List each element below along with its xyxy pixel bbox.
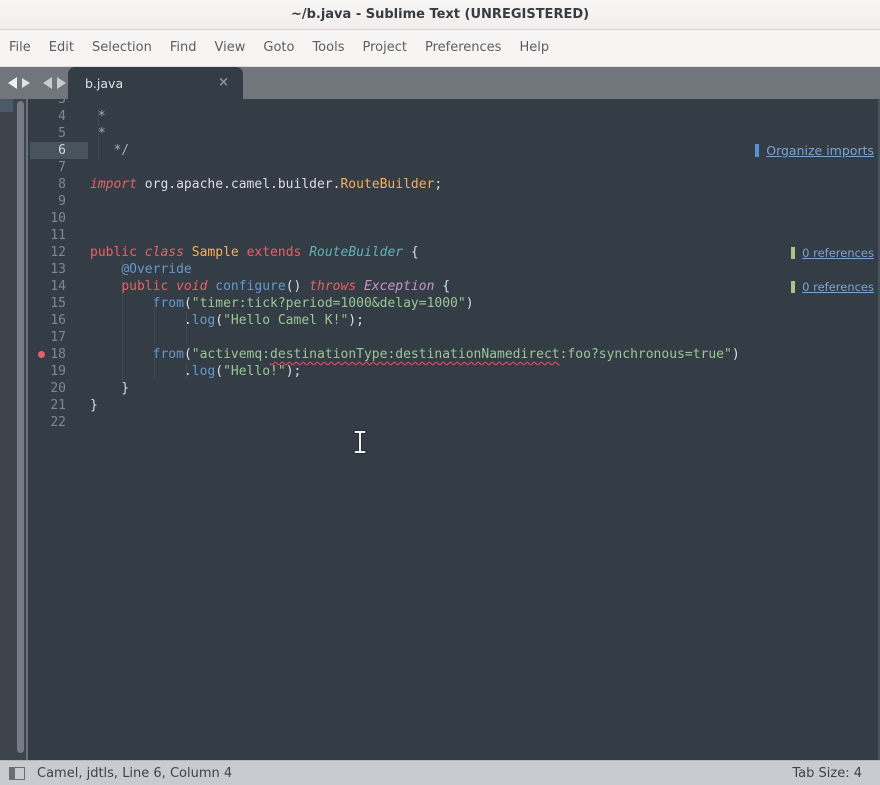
tab-close-icon[interactable]: × bbox=[218, 67, 229, 99]
references-annotation-0-bar bbox=[791, 247, 795, 259]
status-bar: Camel, jdtls, Line 6, Column 4 Tab Size:… bbox=[0, 760, 880, 785]
editor-pane[interactable]: 3 *4 *5 *6 */78import org.apache.camel.b… bbox=[0, 99, 880, 760]
menu-edit[interactable]: Edit bbox=[40, 30, 83, 66]
code-text: .log("Hello Camel K!"); bbox=[90, 312, 364, 329]
code-line-16[interactable]: 16 .log("Hello Camel K!"); bbox=[28, 312, 878, 329]
nav-forward-alt-icon[interactable] bbox=[57, 77, 66, 89]
line-number: 4 bbox=[30, 108, 66, 125]
menu-view[interactable]: View bbox=[206, 30, 255, 66]
code-line-3[interactable]: 3 * bbox=[28, 99, 878, 108]
nav-forward-icon[interactable] bbox=[22, 78, 30, 88]
tab-bar: b.java × bbox=[0, 67, 880, 99]
code-line-7[interactable]: 7 bbox=[28, 159, 878, 176]
panel-toggle-icon[interactable] bbox=[9, 767, 25, 780]
code-text: import org.apache.camel.builder.RouteBui… bbox=[90, 176, 442, 193]
line-number: 19 bbox=[30, 363, 66, 380]
references-annotation-1-bar bbox=[791, 281, 795, 293]
code-line-22[interactable]: 22 bbox=[28, 414, 878, 431]
organize-imports-bar bbox=[755, 144, 759, 157]
line-number: 18 bbox=[30, 346, 66, 363]
menu-file[interactable]: File bbox=[0, 30, 40, 66]
nav-back-icon[interactable] bbox=[8, 77, 17, 89]
code-line-19[interactable]: 19 .log("Hello!"); bbox=[28, 363, 878, 380]
tab-label: b.java bbox=[85, 76, 123, 91]
menu-find[interactable]: Find bbox=[161, 30, 206, 66]
tab-nav-arrows bbox=[8, 67, 66, 99]
nav-back-alt-icon[interactable] bbox=[43, 77, 52, 89]
menu-help[interactable]: Help bbox=[510, 30, 558, 66]
code-line-15[interactable]: 15 from("timer:tick?period=1000&delay=10… bbox=[28, 295, 878, 312]
status-context: Camel, jdtls, Line 6, Column 4 bbox=[37, 766, 232, 781]
references-annotation-0-link[interactable]: 0 references bbox=[802, 246, 874, 260]
code-line-5[interactable]: 5 * bbox=[28, 125, 878, 142]
code-text: @Override bbox=[90, 261, 192, 278]
code-line-6[interactable]: 6 */ bbox=[28, 142, 878, 159]
window-title-bar[interactable]: ~/b.java - Sublime Text (UNREGISTERED) bbox=[0, 0, 880, 30]
code-text: from("activemq:destinationType:destinati… bbox=[90, 346, 740, 363]
error-marker-dot bbox=[38, 351, 45, 358]
code-line-18[interactable]: 18 from("activemq:destinationType:destin… bbox=[28, 346, 878, 363]
references-annotation-1-link[interactable]: 0 references bbox=[802, 280, 874, 294]
code-line-14[interactable]: 14 public void configure() throws Except… bbox=[28, 278, 878, 295]
menu-preferences[interactable]: Preferences bbox=[416, 30, 510, 66]
line-number: 10 bbox=[30, 210, 66, 227]
window-title: ~/b.java - Sublime Text (UNREGISTERED) bbox=[291, 7, 589, 22]
code-line-8[interactable]: 8 import org.apache.camel.builder.RouteBu… bbox=[28, 176, 878, 193]
organize-imports[interactable]: Organize imports bbox=[755, 142, 874, 159]
line-number: 11 bbox=[30, 227, 66, 244]
code-text: } bbox=[90, 397, 98, 414]
code-text: * bbox=[90, 108, 106, 125]
code-line-20[interactable]: 20 } bbox=[28, 380, 878, 397]
tab-b-java[interactable]: b.java × bbox=[68, 67, 243, 99]
references-annotation-1[interactable]: 0 references bbox=[791, 278, 874, 295]
line-number: 15 bbox=[30, 295, 66, 312]
line-number: 21 bbox=[30, 397, 66, 414]
line-number: 17 bbox=[30, 329, 66, 346]
code-line-12[interactable]: 12 public class Sample extends RouteBuild… bbox=[28, 244, 878, 261]
line-number: 13 bbox=[30, 261, 66, 278]
left-gutter-strip bbox=[0, 99, 28, 760]
line-number: 16 bbox=[30, 312, 66, 329]
line-number: 9 bbox=[30, 193, 66, 210]
line-number: 14 bbox=[30, 278, 66, 295]
code-line-10[interactable]: 10 bbox=[28, 210, 878, 227]
line-number: 6 bbox=[30, 142, 66, 159]
code-text: */ bbox=[90, 142, 129, 159]
corner-widget bbox=[0, 99, 13, 112]
line-number: 22 bbox=[30, 414, 66, 431]
code-line-21[interactable]: 21} bbox=[28, 397, 878, 414]
references-annotation-0[interactable]: 0 references bbox=[791, 244, 874, 261]
line-number: 7 bbox=[30, 159, 66, 176]
code-line-13[interactable]: 13 @Override bbox=[28, 261, 878, 278]
code-text: } bbox=[90, 380, 129, 397]
code-text: public class Sample extends RouteBuilder… bbox=[90, 244, 419, 261]
line-number: 8 bbox=[30, 176, 66, 193]
line-number: 12 bbox=[30, 244, 66, 261]
code-text: from("timer:tick?period=1000&delay=1000"… bbox=[90, 295, 474, 312]
organize-imports-link[interactable]: Organize imports bbox=[766, 143, 874, 158]
code-line-11[interactable]: 11 bbox=[28, 227, 878, 244]
code-line-4[interactable]: 4 * bbox=[28, 108, 878, 125]
menu-goto[interactable]: Goto bbox=[254, 30, 303, 66]
menu-project[interactable]: Project bbox=[353, 30, 415, 66]
status-tab-size[interactable]: Tab Size: 4 bbox=[792, 766, 862, 781]
code-area[interactable]: 3 *4 *5 *6 */78import org.apache.camel.b… bbox=[28, 99, 878, 760]
code-line-17[interactable]: 17 bbox=[28, 329, 878, 346]
line-number: 20 bbox=[30, 380, 66, 397]
menu-tools[interactable]: Tools bbox=[303, 30, 353, 66]
code-text: * bbox=[90, 125, 106, 142]
line-number: 3 bbox=[30, 99, 66, 108]
code-text: .log("Hello!"); bbox=[90, 363, 301, 380]
menu-bar: FileEditSelectionFindViewGotoToolsProjec… bbox=[0, 30, 880, 67]
line-number: 5 bbox=[30, 125, 66, 142]
vertical-scrollbar[interactable] bbox=[17, 101, 24, 753]
code-line-9[interactable]: 9 bbox=[28, 193, 878, 210]
code-text: * bbox=[90, 99, 113, 108]
code-text: public void configure() throws Exception… bbox=[90, 278, 450, 295]
menu-selection[interactable]: Selection bbox=[83, 30, 161, 66]
